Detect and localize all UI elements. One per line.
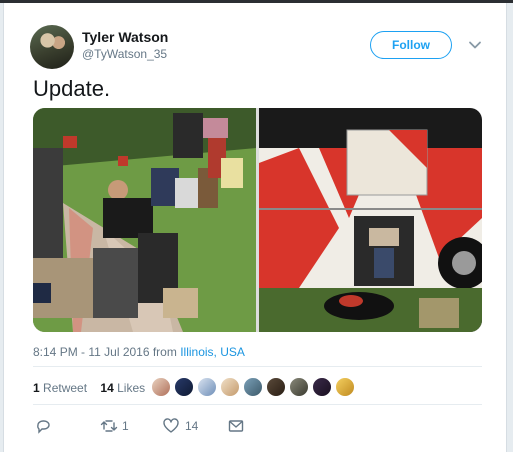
retweet-count: 1 [122, 419, 129, 433]
retweet-stat[interactable]: 1 Retweet [33, 381, 87, 395]
user-handle[interactable]: @TyWatson_35 [82, 47, 167, 61]
location-link[interactable]: Illinois, USA [180, 345, 245, 359]
photo-people-on-grass[interactable] [33, 108, 256, 332]
mail-icon [228, 420, 244, 432]
photo-tour-bus[interactable] [259, 108, 482, 332]
avatar[interactable] [312, 377, 332, 397]
divider [33, 404, 482, 405]
timestamp[interactable]: 8:14 PM - 11 Jul 2016 from [33, 345, 177, 359]
user-name[interactable]: Tyler Watson [82, 29, 168, 45]
tweet-text: Update. [33, 76, 111, 101]
avatar[interactable] [174, 377, 194, 397]
tweet-media [33, 108, 482, 332]
tweet-meta: 8:14 PM - 11 Jul 2016 from Illinois, USA [33, 345, 245, 359]
avatar[interactable] [243, 377, 263, 397]
avatar[interactable] [335, 377, 355, 397]
tweet-stats: 1 Retweet 14 Likes [33, 381, 145, 395]
avatar[interactable] [30, 25, 74, 69]
avatar[interactable] [197, 377, 217, 397]
like-count: 14 [185, 419, 199, 433]
follow-button[interactable]: Follow [370, 31, 452, 59]
like-stat[interactable]: 14 Likes [100, 381, 145, 395]
reply-icon [37, 420, 50, 434]
chevron-down-icon[interactable] [468, 38, 482, 52]
divider [33, 366, 482, 367]
retweet-icon [100, 420, 118, 432]
avatar[interactable] [289, 377, 309, 397]
heart-icon [163, 418, 179, 433]
avatar[interactable] [220, 377, 240, 397]
avatar[interactable] [266, 377, 286, 397]
avatar[interactable] [151, 377, 171, 397]
